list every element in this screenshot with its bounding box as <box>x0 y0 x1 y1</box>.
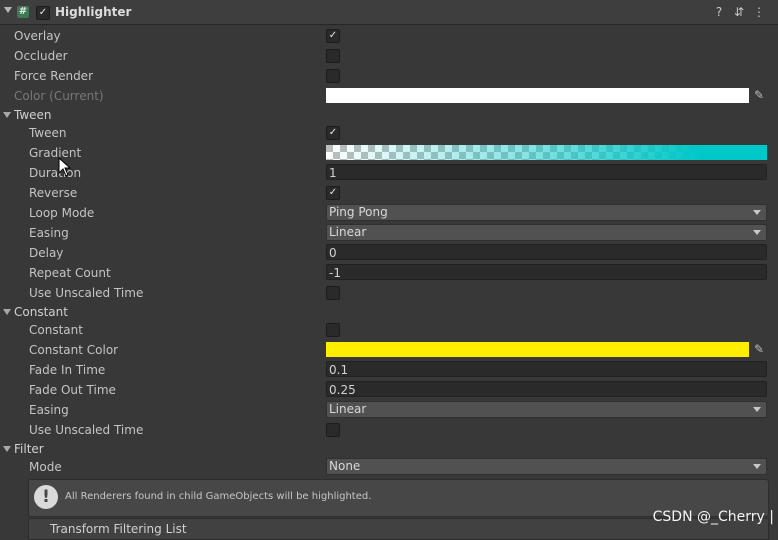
constant-header-label: Constant <box>14 305 68 319</box>
tween-unscaled-label: Use Unscaled Time <box>29 286 144 300</box>
color-current-label: Color (Current) <box>14 89 104 103</box>
tween-header-label: Tween <box>14 108 52 122</box>
chevron-down-icon <box>753 230 761 235</box>
duration-field[interactable]: 1 <box>326 164 767 180</box>
fade-out-field[interactable]: 0.25 <box>326 381 767 397</box>
constant-color-swatch[interactable] <box>326 342 749 357</box>
component-title: Highlighter <box>55 5 132 19</box>
easing-label: Easing <box>29 226 69 240</box>
chevron-down-icon <box>753 210 761 215</box>
overlay-row: Overlay ✓ <box>0 26 778 46</box>
occluder-row: Occluder <box>0 46 778 66</box>
delay-label: Delay <box>29 246 64 260</box>
presets-icon[interactable]: ⇵ <box>732 5 746 19</box>
reverse-label: Reverse <box>29 186 78 200</box>
fade-out-label: Fade Out Time <box>29 383 116 397</box>
helpbox-text: All Renderers found in child GameObjects… <box>65 491 372 502</box>
constant-color-label: Constant Color <box>29 343 119 357</box>
constant-easing-row: Easing Linear <box>0 400 778 420</box>
gradient-label: Gradient <box>29 146 82 160</box>
constant-unscaled-row: Use Unscaled Time <box>0 420 778 440</box>
repeat-count-field[interactable]: -1 <box>326 264 767 280</box>
foldout-arrow-icon[interactable] <box>3 309 11 315</box>
reverse-row: Reverse ✓ <box>0 183 778 203</box>
tween-unscaled-checkbox[interactable] <box>326 286 340 300</box>
loop-mode-dropdown[interactable]: Ping Pong <box>326 204 767 221</box>
watermark-text: CSDN @_Cherry | <box>652 509 774 525</box>
chevron-down-icon <box>753 464 761 469</box>
constant-toggle-row: Constant <box>0 320 778 340</box>
filter-mode-value: None <box>329 459 361 473</box>
constant-checkbox[interactable] <box>326 323 340 337</box>
reverse-checkbox[interactable]: ✓ <box>326 186 340 200</box>
delay-field[interactable]: 0 <box>326 244 767 260</box>
constant-unscaled-checkbox[interactable] <box>326 423 340 437</box>
duration-row: Duration 1 <box>0 163 778 183</box>
constant-color-row: Constant Color ✎ <box>0 340 778 360</box>
constant-foldout[interactable]: Constant <box>0 302 778 322</box>
loop-mode-row: Loop Mode Ping Pong <box>0 203 778 223</box>
filter-mode-row: Mode None <box>0 457 778 477</box>
foldout-arrow-icon[interactable] <box>3 446 11 452</box>
overlay-label: Overlay <box>14 29 61 43</box>
gradient-row: Gradient <box>0 143 778 163</box>
occluder-label: Occluder <box>14 49 68 63</box>
script-icon: # <box>17 6 29 18</box>
loop-mode-value: Ping Pong <box>329 205 388 219</box>
filter-mode-label: Mode <box>29 460 62 474</box>
transform-filtering-list-label: Transform Filtering List <box>50 522 187 536</box>
info-icon: ! <box>34 485 58 509</box>
occluder-checkbox[interactable] <box>326 49 340 63</box>
tween-toggle-row: Tween ✓ <box>0 123 778 143</box>
gradient-field[interactable] <box>326 145 767 160</box>
easing-dropdown[interactable]: Linear <box>326 224 767 241</box>
eyedropper-icon[interactable]: ✎ <box>752 88 766 102</box>
component-header[interactable]: # ✓ Highlighter ? ⇵ ⋮ <box>0 0 778 25</box>
foldout-arrow-icon[interactable] <box>3 112 11 118</box>
constant-easing-label: Easing <box>29 403 69 417</box>
fade-in-field[interactable]: 0.1 <box>326 361 767 377</box>
color-current-swatch[interactable] <box>326 88 749 103</box>
overlay-checkbox[interactable]: ✓ <box>326 29 340 43</box>
eyedropper-icon[interactable]: ✎ <box>752 342 766 356</box>
mouse-cursor-icon <box>58 156 72 177</box>
tween-foldout[interactable]: Tween <box>0 105 778 125</box>
chevron-down-icon <box>753 407 761 412</box>
repeat-count-row: Repeat Count -1 <box>0 263 778 283</box>
filter-mode-dropdown[interactable]: None <box>326 458 767 475</box>
constant-easing-value: Linear <box>329 402 367 416</box>
easing-value: Linear <box>329 225 367 239</box>
repeat-count-label: Repeat Count <box>29 266 111 280</box>
constant-unscaled-label: Use Unscaled Time <box>29 423 144 437</box>
collapse-arrow-icon[interactable] <box>4 7 12 13</box>
fade-out-row: Fade Out Time 0.25 <box>0 380 778 400</box>
constant-label: Constant <box>29 323 83 337</box>
easing-row: Easing Linear <box>0 223 778 243</box>
delay-row: Delay 0 <box>0 243 778 263</box>
constant-easing-dropdown[interactable]: Linear <box>326 401 767 418</box>
help-icon[interactable]: ? <box>712 5 726 19</box>
tween-unscaled-row: Use Unscaled Time <box>0 283 778 303</box>
loop-mode-label: Loop Mode <box>29 206 95 220</box>
filter-header-label: Filter <box>14 442 44 456</box>
fade-in-row: Fade In Time 0.1 <box>0 360 778 380</box>
tween-label: Tween <box>29 126 67 140</box>
tween-checkbox[interactable]: ✓ <box>326 126 340 140</box>
context-menu-icon[interactable]: ⋮ <box>752 5 766 19</box>
duration-label: Duration <box>29 166 82 180</box>
force-render-row: Force Render <box>0 66 778 86</box>
force-render-checkbox[interactable] <box>326 69 340 83</box>
color-current-row: Color (Current) ✎ <box>0 86 778 106</box>
component-enabled-checkbox[interactable]: ✓ <box>36 6 50 20</box>
force-render-label: Force Render <box>14 69 94 83</box>
filter-foldout[interactable]: Filter <box>0 439 778 459</box>
fade-in-label: Fade In Time <box>29 363 106 377</box>
